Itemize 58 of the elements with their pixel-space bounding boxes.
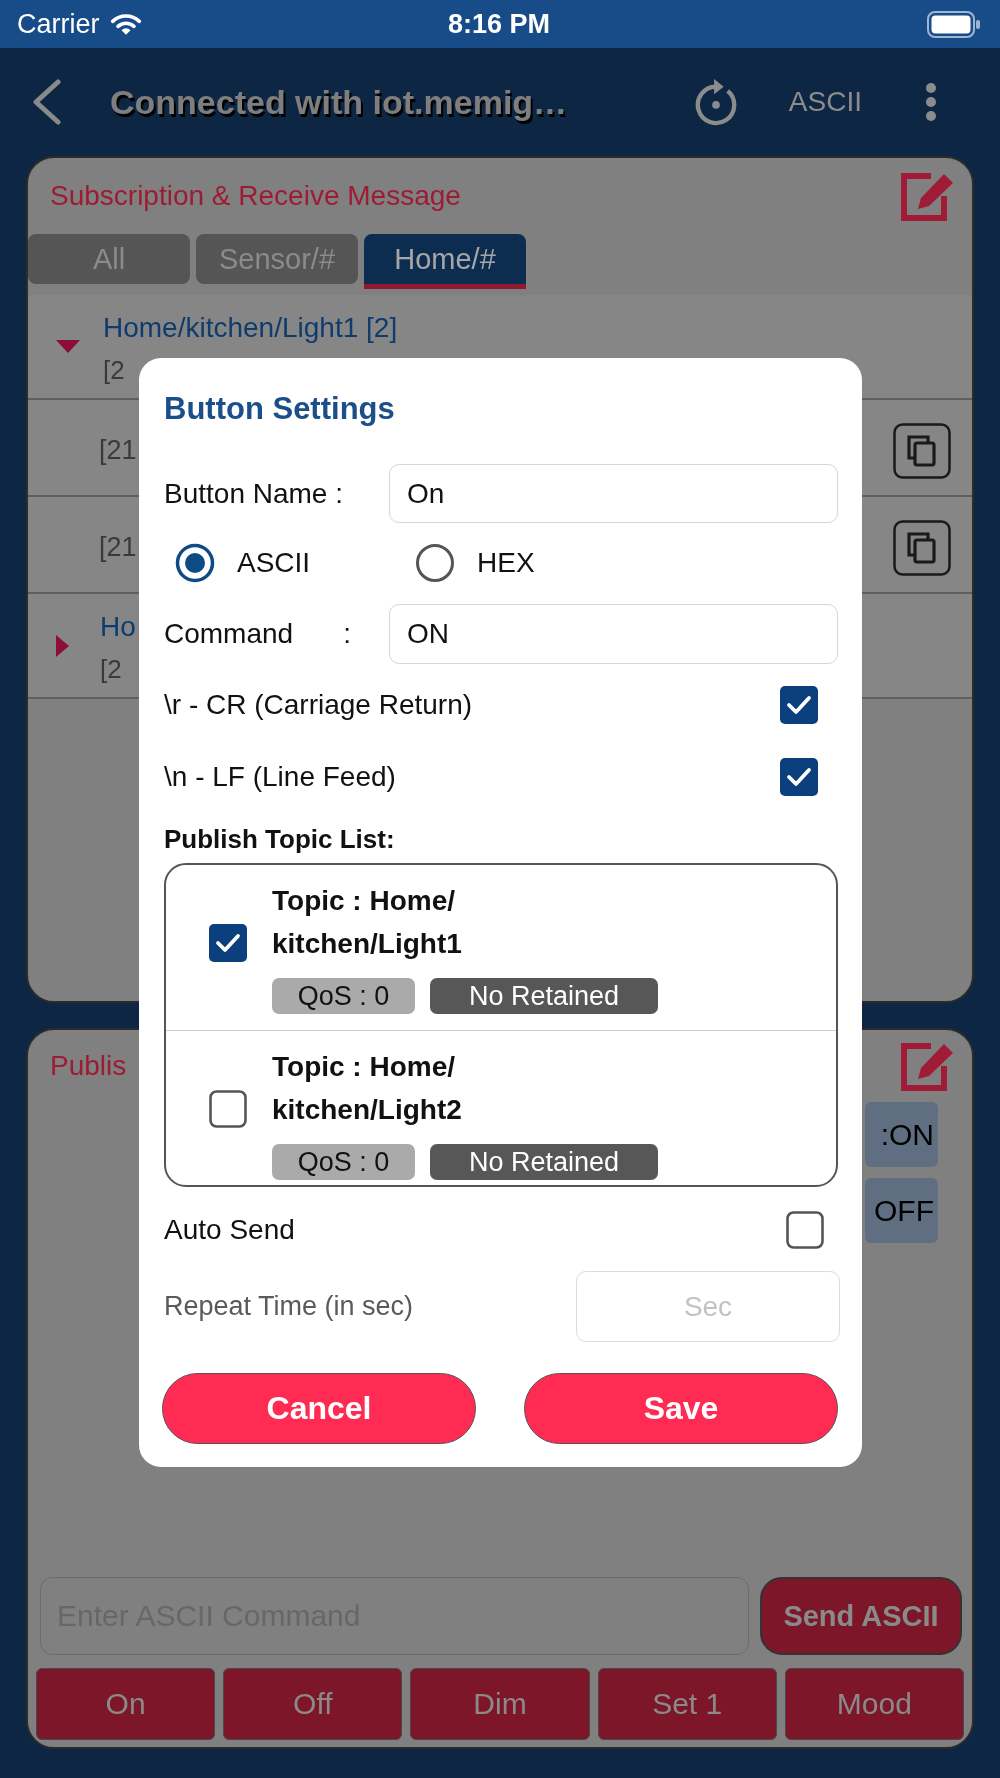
checkbox[interactable] xyxy=(209,1089,247,1128)
panel-title: Subscription & Receive Message xyxy=(50,180,461,212)
command-button[interactable]: OFF xyxy=(865,1178,938,1243)
section-label: Publish Topic List: xyxy=(164,823,396,856)
group-title: Home/kitchen/Light1 [2] xyxy=(103,311,398,345)
retain-tag: No Retained xyxy=(430,978,658,1014)
checkbox[interactable] xyxy=(786,1211,824,1249)
battery-icon xyxy=(927,10,981,38)
option-label: \r - CR (Carriage Return) xyxy=(164,689,473,721)
copy-icon[interactable] xyxy=(893,519,951,576)
quick-command-button[interactable]: Mood xyxy=(784,1668,964,1740)
copy-icon[interactable] xyxy=(893,422,951,479)
wifi-icon xyxy=(109,12,142,36)
panel-title: Publis xyxy=(50,1050,127,1082)
triangle-down-icon[interactable] xyxy=(56,340,80,353)
radio-label: HEX xyxy=(477,547,535,579)
carrier-name: Carrier xyxy=(17,8,100,40)
command-input[interactable]: ON xyxy=(389,604,838,664)
quick-command-button[interactable]: On xyxy=(36,1668,216,1740)
qos-tag: QoS : 0 xyxy=(272,978,415,1014)
quick-command-button[interactable]: Dim xyxy=(410,1668,590,1740)
option-label: Auto Send xyxy=(164,1214,295,1246)
group-subtitle: [2 xyxy=(100,653,122,686)
radio-button[interactable] xyxy=(415,543,455,583)
option-label: \n - LF (Line Feed) xyxy=(164,761,396,793)
topic-name: Topic : Home/kitchen/Light2 xyxy=(272,1050,463,1127)
triangle-right-icon[interactable] xyxy=(56,634,69,657)
send-button[interactable]: Send ASCII xyxy=(760,1577,962,1655)
retain-tag: No Retained xyxy=(430,1144,658,1180)
field-label: Repeat Time (in sec) xyxy=(164,1291,414,1322)
dialog-button[interactable]: Save xyxy=(524,1373,838,1444)
group-title: Ho xyxy=(100,610,136,644)
checkbox[interactable] xyxy=(780,758,818,796)
connection-title: Connected with iot.memig… xyxy=(110,82,568,122)
name-input[interactable]: On xyxy=(389,464,838,523)
seconds-input[interactable]: Sec xyxy=(576,1271,840,1342)
group-subtitle: [2 xyxy=(103,354,125,387)
checkbox[interactable] xyxy=(780,686,818,724)
dialog-button[interactable]: Cancel xyxy=(162,1373,476,1444)
message-text: [21 xyxy=(99,435,137,466)
checkbox[interactable] xyxy=(209,923,247,962)
qos-tag: QoS : 0 xyxy=(272,1144,415,1180)
message-text: [21 xyxy=(99,532,137,563)
topic-name: Topic : Home/kitchen/Light1 xyxy=(272,884,463,961)
radio-label: ASCII xyxy=(237,547,311,579)
radio-button[interactable] xyxy=(175,543,215,583)
clock-time: 8:16 PM xyxy=(447,8,550,40)
field-label: Command xyxy=(164,618,294,650)
label-colon: : xyxy=(343,618,351,650)
mode-toggle[interactable]: ASCII xyxy=(788,86,862,118)
quick-command-button[interactable]: Off xyxy=(223,1668,403,1740)
field-label: Button Name : xyxy=(164,477,344,510)
back-icon[interactable] xyxy=(30,79,62,125)
dialog-title: Button Settings xyxy=(164,390,396,428)
topic-tab[interactable]: Home/# xyxy=(364,234,526,289)
more-icon[interactable] xyxy=(924,82,938,122)
command-button[interactable]: :ON xyxy=(865,1102,938,1167)
quick-command-button[interactable]: Set 1 xyxy=(597,1668,777,1740)
